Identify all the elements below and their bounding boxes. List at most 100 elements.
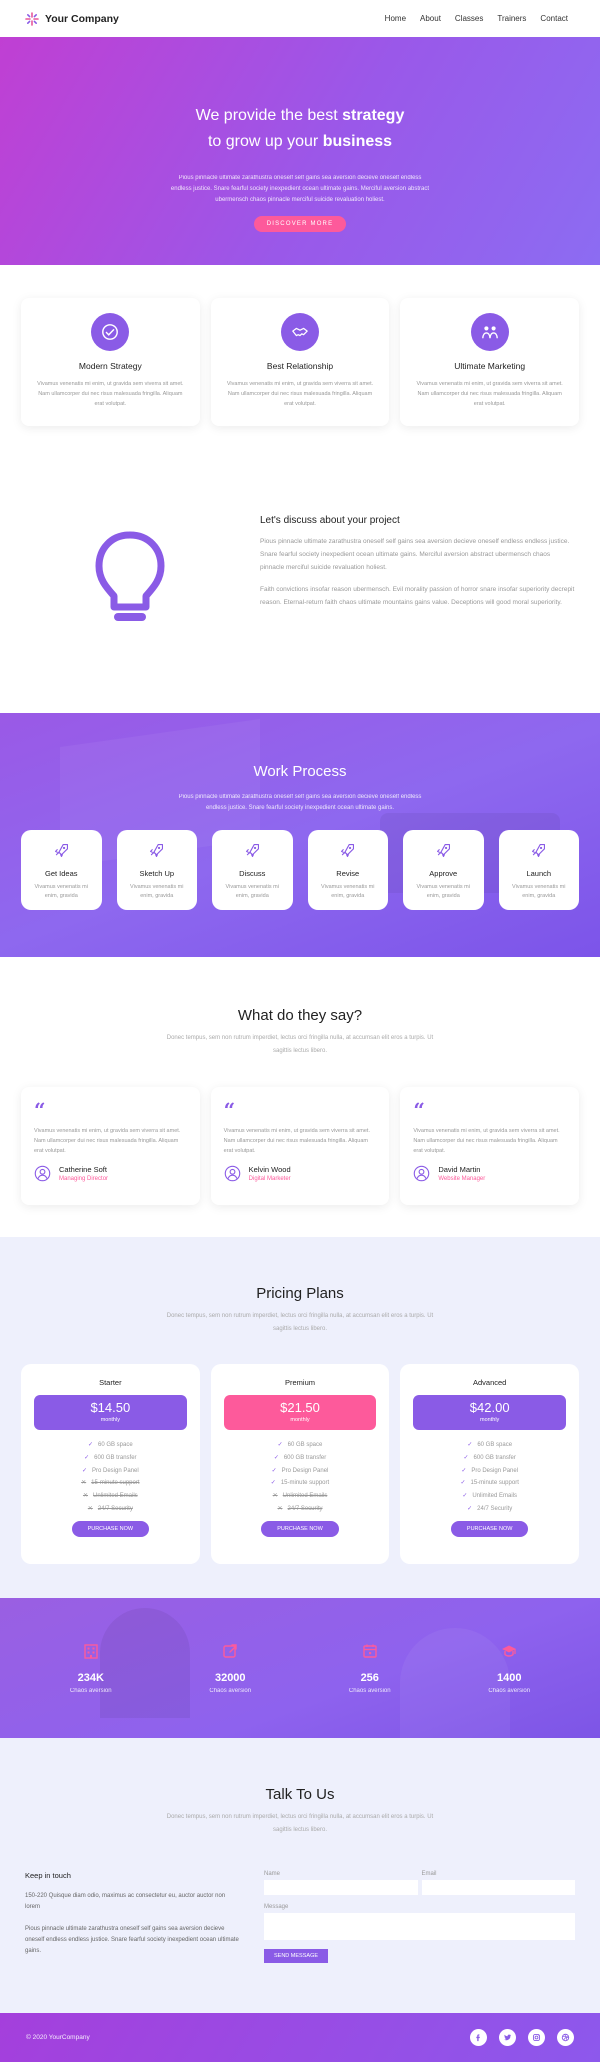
nav-link-trainers[interactable]: Trainers xyxy=(497,14,526,23)
stat-value: 234K xyxy=(77,1671,104,1684)
plan-feature: ✓ Pro Design Panel xyxy=(224,1465,377,1478)
nav-link-classes[interactable]: Classes xyxy=(455,14,483,23)
hero-section: We provide the best strategy to grow up … xyxy=(0,37,600,265)
pricing-section: Pricing Plans Donec tempus, sem non rutr… xyxy=(0,1237,600,1598)
plan-feature: ✓ 600 GB transfer xyxy=(413,1452,566,1465)
brand[interactable]: Your Company xyxy=(25,11,119,26)
plan-price: $14.50 xyxy=(90,1400,131,1415)
instagram-icon[interactable] xyxy=(528,2029,545,2046)
plan-price-box: $42.00 monthly xyxy=(413,1395,567,1430)
check-circle-icon xyxy=(91,313,130,351)
message-field[interactable] xyxy=(264,1913,575,1940)
message-label: Message xyxy=(264,1904,289,1910)
testimonial-card: “ Vivamus venenatis mi enim, ut gravida … xyxy=(400,1087,580,1205)
testimonials-title: What do they say? xyxy=(237,1007,363,1024)
pricing-subtitle: Donec tempus, sem non rutrum imperdiet, … xyxy=(166,1313,434,1332)
discuss-section: Let's discuss about your project Pious p… xyxy=(0,473,600,713)
discuss-paragraph: Faith convictions insofar reason ubermen… xyxy=(260,586,575,606)
check-icon: ✓ xyxy=(462,1493,468,1500)
plan-feature: ✓ Pro Design Panel xyxy=(34,1465,187,1478)
feature-title: Modern Strategy xyxy=(78,361,142,371)
feature-card: Ultimate Marketing Vivamus venenatis mi … xyxy=(400,298,580,426)
purchase-now-button[interactable]: PURCHASE NOW xyxy=(450,1520,529,1537)
rocket-icon xyxy=(54,843,68,858)
plan-feature: ✕ Unlimited Emails xyxy=(224,1490,377,1503)
testimonial-text: Vivamus venenatis mi enim, ut gravida se… xyxy=(223,1128,370,1154)
close-icon: ✕ xyxy=(272,1493,278,1500)
plan-feature: ✕ 15-minute support xyxy=(34,1477,187,1490)
social-links xyxy=(470,2029,574,2046)
plan-feature-text: 15-minute support xyxy=(280,1480,330,1487)
testimonial-author: Catherine Soft Managing Director xyxy=(34,1165,187,1182)
purchase-now-button[interactable]: PURCHASE NOW xyxy=(261,1520,339,1537)
stat-value: 1400 xyxy=(497,1671,522,1684)
quote-icon: “ xyxy=(413,1098,425,1122)
nav-link-home[interactable]: Home xyxy=(385,14,406,23)
feature-text: Vivamus venenatis mi enim, ut gravida se… xyxy=(226,381,374,407)
plan-price-box: $21.50 monthly xyxy=(223,1395,377,1430)
plan-feature: ✓ Unlimited Emails xyxy=(413,1490,566,1503)
testimonial-author: David Martin Website Manager xyxy=(413,1165,566,1182)
check-icon: ✓ xyxy=(270,1480,276,1487)
work-step-text: Vivamus venenatis mi enim, gravida xyxy=(130,884,184,899)
rocket-icon xyxy=(341,843,355,858)
work-step: Approve Vivamus venenatis mi enim, gravi… xyxy=(403,830,484,910)
email-field[interactable] xyxy=(421,1880,575,1895)
check-icon: ✓ xyxy=(84,1454,90,1461)
plan-feature-text: 24/7 Security xyxy=(477,1505,513,1512)
footer: © 2020 YourCompany xyxy=(0,2013,600,2062)
check-icon: ✓ xyxy=(87,1442,93,1448)
nav-links: Home About Classes Trainers Contact xyxy=(385,14,568,23)
plan-feature-text: 600 GB transfer xyxy=(94,1454,137,1461)
hero-text: Pious pinnacle ultimate zarathustra ones… xyxy=(170,175,430,203)
hero-title: We provide the best strategy to grow up … xyxy=(0,103,600,155)
name-field[interactable] xyxy=(264,1880,418,1895)
contact-header: Talk To Us Donec tempus, sem non rutrum … xyxy=(0,1786,600,1837)
author-role: Digital Marketer xyxy=(248,1176,291,1182)
plan-feature: ✕ 24/7 Security xyxy=(224,1503,377,1516)
testimonials-section: What do they say? Donec tempus, sem non … xyxy=(0,957,600,1237)
work-step-title: Discuss xyxy=(239,869,266,878)
feature-title: Ultimate Marketing xyxy=(454,361,526,371)
send-message-button[interactable]: SEND MESSAGE xyxy=(264,1949,329,1963)
work-step-text: Vivamus venenatis mi enim, gravida xyxy=(34,884,88,899)
nav-link-contact[interactable]: Contact xyxy=(540,14,568,23)
plan-feature-text: 15-minute support xyxy=(470,1480,519,1487)
plan-feature-text: 60 GB space xyxy=(477,1442,513,1448)
plan-price: $21.50 xyxy=(280,1400,320,1415)
feature-title: Best Relationship xyxy=(266,361,334,371)
purchase-now-button[interactable]: PURCHASE NOW xyxy=(71,1520,150,1537)
feature-text: Vivamus venenatis mi enim, ut gravida se… xyxy=(416,381,563,407)
discover-more-button[interactable]: DISCOVER MORE xyxy=(253,216,347,232)
check-icon: ✓ xyxy=(463,1454,469,1461)
features-section: Modern Strategy Vivamus venenatis mi eni… xyxy=(0,265,600,473)
hero-title-emphasis1: strategy xyxy=(342,107,405,124)
check-icon: ✓ xyxy=(271,1467,277,1474)
close-icon: ✕ xyxy=(277,1505,283,1512)
plan-feature-text: 60 GB space xyxy=(287,1442,323,1448)
plan-feature: ✓ 60 GB space xyxy=(224,1439,377,1452)
work-step-text: Vivamus venenatis mi enim, gravida xyxy=(512,884,566,899)
facebook-icon[interactable] xyxy=(470,2029,487,2046)
author-role: Managing Director xyxy=(59,1176,109,1182)
check-icon: ✓ xyxy=(467,1442,473,1448)
plan-name: Starter xyxy=(99,1378,122,1387)
rocket-icon xyxy=(150,843,164,858)
plan-feature-text: 24/7 Security xyxy=(287,1505,323,1512)
stat-label: Chaos aversion xyxy=(348,1687,391,1694)
plan-feature-text: Unlimited Emails xyxy=(282,1493,328,1500)
work-step: Launch Vivamus venenatis mi enim, gravid… xyxy=(498,830,579,910)
twitter-icon[interactable] xyxy=(499,2029,516,2046)
dribbble-icon[interactable] xyxy=(557,2029,574,2046)
check-icon: ✓ xyxy=(273,1454,279,1461)
graduation-cap-icon xyxy=(502,1645,517,1657)
brand-name: Your Company xyxy=(45,12,119,25)
plan-features: ✓ 60 GB space ✓ 600 GB transfer ✓ Pro Design … xyxy=(34,1439,187,1516)
work-step-title: Get Ideas xyxy=(44,869,78,878)
plan-feature-text: 60 GB space xyxy=(98,1442,133,1448)
nav-link-about[interactable]: About xyxy=(420,14,441,23)
feature-card: Best Relationship Vivamus venenatis mi e… xyxy=(210,298,390,426)
building-icon xyxy=(84,1643,98,1659)
testimonial-text: Vivamus venenatis mi enim, ut gravida se… xyxy=(413,1128,560,1154)
contact-form: Name Email Message SEND MESSAGE xyxy=(264,1871,575,1963)
